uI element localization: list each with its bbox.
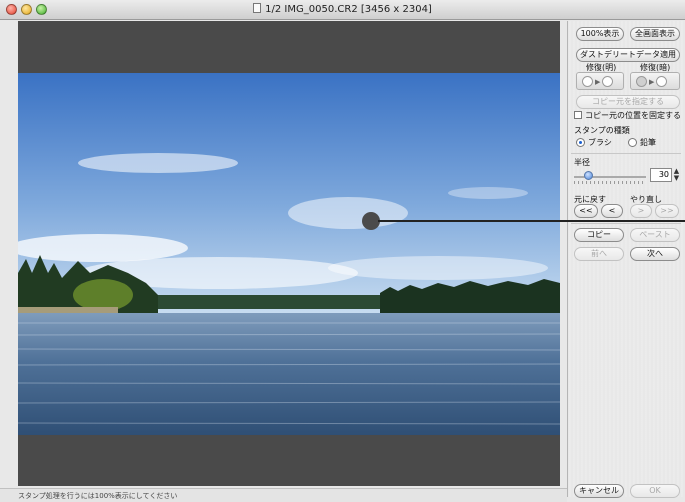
cancel-button[interactable]: キャンセル bbox=[574, 484, 624, 498]
copy-source-button[interactable]: コピー元を指定する bbox=[576, 95, 680, 109]
cloud bbox=[448, 187, 528, 199]
repair-dark-button[interactable]: ▶ bbox=[576, 72, 624, 90]
redo-all-button[interactable]: >> bbox=[655, 204, 679, 218]
divider bbox=[571, 153, 681, 154]
cloud bbox=[328, 256, 548, 280]
pencil-label: 鉛筆 bbox=[640, 138, 656, 147]
title-bar: 1/2 IMG_0050.CR2 [3456 x 2304] bbox=[0, 0, 685, 20]
pattern-circle-icon bbox=[636, 76, 647, 87]
lake-water bbox=[18, 313, 560, 435]
radius-stepper[interactable]: ▲ ▼ bbox=[673, 168, 680, 182]
brush-label: ブラシ bbox=[588, 138, 612, 147]
circle-icon bbox=[602, 76, 613, 87]
pencil-radio[interactable] bbox=[628, 138, 637, 147]
window-title-wrap: 1/2 IMG_0050.CR2 [3456 x 2304] bbox=[0, 3, 685, 15]
sunlit-trees bbox=[73, 279, 133, 311]
cloud bbox=[78, 153, 238, 173]
radius-value-field[interactable]: 30 bbox=[650, 168, 672, 182]
copy-button[interactable]: コピー bbox=[574, 228, 624, 242]
divider bbox=[571, 223, 681, 224]
fix-position-label: コピー元の位置を固定する bbox=[585, 111, 681, 120]
paste-button[interactable]: ペースト bbox=[630, 228, 680, 242]
undo-all-button[interactable]: << bbox=[574, 204, 598, 218]
arrow-right-icon: ▶ bbox=[649, 78, 655, 86]
circle-icon bbox=[656, 76, 667, 87]
stamp-type-label: スタンプの種類 bbox=[574, 126, 630, 135]
ok-button[interactable]: OK bbox=[630, 484, 680, 498]
undo-button[interactable]: < bbox=[601, 204, 623, 218]
circle-icon bbox=[582, 76, 593, 87]
dust-delete-button[interactable]: ダストデリートデータ適用 bbox=[576, 48, 680, 62]
document-icon bbox=[253, 3, 262, 13]
status-text: スタンプ処理を行うには100%表示にしてください bbox=[18, 492, 178, 500]
brush-radio[interactable] bbox=[576, 138, 585, 147]
redo-button[interactable]: > bbox=[630, 204, 652, 218]
image-canvas[interactable] bbox=[18, 21, 560, 486]
landscape-photo[interactable] bbox=[18, 73, 560, 435]
photo-svg bbox=[18, 73, 560, 435]
radius-slider-ticks bbox=[574, 181, 646, 184]
next-button[interactable]: 次へ bbox=[630, 247, 680, 261]
radius-label: 半径 bbox=[574, 158, 590, 167]
left-beach bbox=[18, 307, 118, 313]
view-100-button[interactable]: 100%表示 bbox=[576, 27, 624, 41]
radius-slider-knob[interactable] bbox=[584, 171, 594, 180]
callout-line bbox=[378, 220, 685, 222]
fix-position-checkbox[interactable] bbox=[574, 111, 582, 119]
view-full-button[interactable]: 全画面表示 bbox=[630, 27, 680, 41]
repair-light-button[interactable]: ▶ bbox=[630, 72, 680, 90]
far-shore bbox=[138, 295, 398, 309]
status-bar: スタンプ処理を行うには100%表示にしてください bbox=[0, 488, 567, 502]
cloud bbox=[288, 197, 408, 229]
arrow-right-icon: ▶ bbox=[595, 78, 601, 86]
prev-button[interactable]: 前へ bbox=[574, 247, 624, 261]
tool-panel: 100%表示 全画面表示 ダストデリートデータ適用 修復(明) 修復(暗) ▶ … bbox=[567, 21, 685, 498]
window-title: 1/2 IMG_0050.CR2 [3456 x 2304] bbox=[265, 4, 432, 15]
